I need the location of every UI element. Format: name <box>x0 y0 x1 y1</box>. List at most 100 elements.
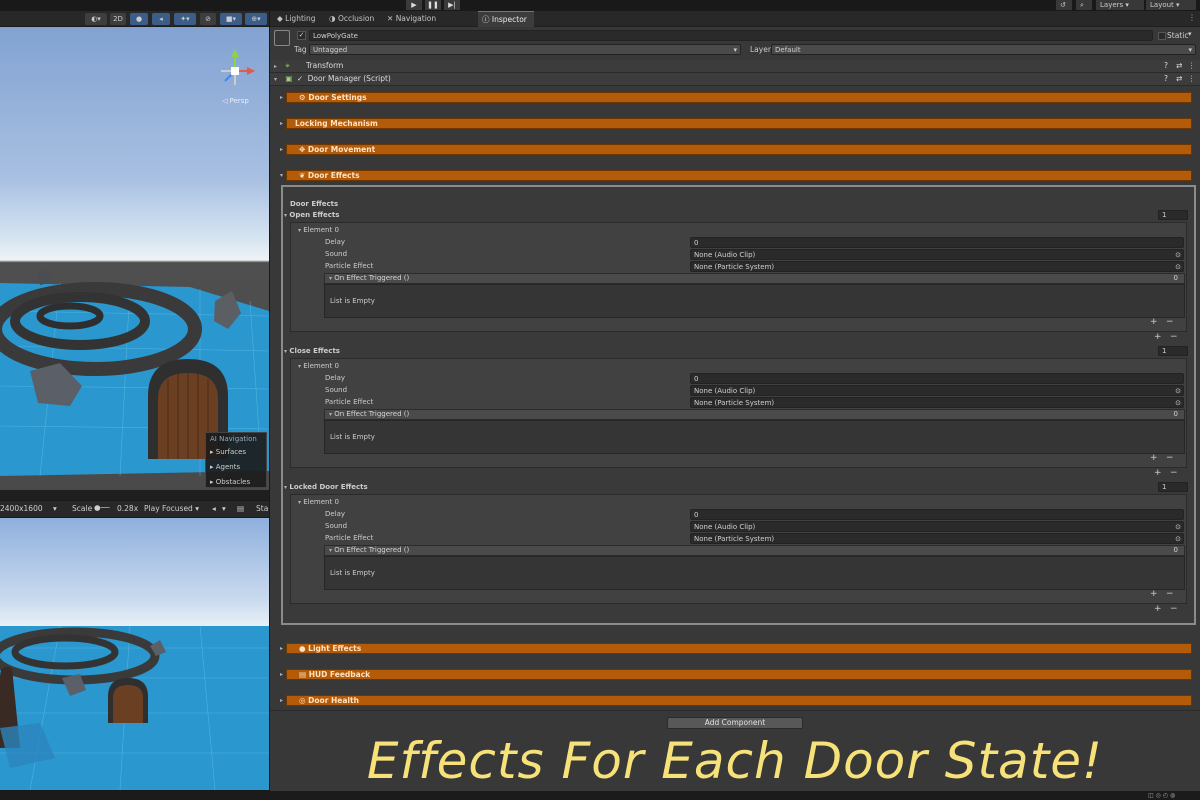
enabled-checkbox[interactable]: ✓ <box>297 74 303 83</box>
element-foldout[interactable]: ▾ Element 0 <box>298 497 339 508</box>
ai-nav-item-surfaces[interactable]: ▸ Surfaces <box>206 446 266 459</box>
locked-effects-foldout[interactable]: ▾ Locked Door Effects <box>284 481 368 493</box>
remove-listener-button[interactable]: − <box>1166 589 1174 599</box>
lighting-toggle[interactable]: ● <box>130 13 148 25</box>
history-button[interactable]: ↺ <box>1056 0 1072 10</box>
locked-effects-count[interactable]: 1 <box>1158 482 1188 492</box>
open-effects-count[interactable]: 1 <box>1158 210 1188 220</box>
remove-element-button[interactable]: − <box>1170 604 1178 614</box>
scene-view[interactable] <box>0 11 269 490</box>
audio-toggle[interactable]: ◂ <box>152 13 170 25</box>
section-light-effects[interactable]: ● Light Effects <box>286 643 1192 654</box>
particle-field[interactable]: None (Particle System) ⊙ <box>690 261 1184 272</box>
expand-icon[interactable]: ▸ <box>280 671 283 678</box>
add-element-button[interactable]: + <box>1154 604 1162 614</box>
object-picker-icon[interactable]: ⊙ <box>1175 522 1181 532</box>
mute-audio-icon[interactable]: ◂ <box>212 504 216 513</box>
object-name-field[interactable]: LowPolyGate <box>309 30 1153 41</box>
resolution-dropdown[interactable]: 2400x1600 ▾ <box>0 504 57 513</box>
sound-field[interactable]: None (Audio Clip) ⊙ <box>690 521 1184 532</box>
preset-icon[interactable]: ⇄ <box>1176 73 1182 85</box>
collapse-icon[interactable]: ▾ <box>280 172 283 179</box>
element-foldout[interactable]: ▾ Element 0 <box>298 361 339 372</box>
toggle-2d-button[interactable]: 2D <box>110 13 126 25</box>
tab-lighting[interactable]: ◆ Lighting <box>273 11 325 27</box>
open-effects-foldout[interactable]: ▾ Open Effects <box>284 209 339 221</box>
remove-listener-button[interactable]: − <box>1166 453 1174 463</box>
game-view[interactable] <box>0 518 269 790</box>
door-manager-component[interactable]: ▾ ▣ ✓ Door Manager (Script) ? ⇄ ⋮ <box>270 73 1200 86</box>
element-foldout[interactable]: ▾ Element 0 <box>298 225 339 236</box>
ai-nav-item-agents[interactable]: ▸ Agents <box>206 461 266 474</box>
ai-nav-item-obstacles[interactable]: ▸ Obstacles <box>206 476 266 489</box>
persp-label[interactable]: ◁ Persp <box>222 97 249 105</box>
preset-icon[interactable]: ⇄ <box>1176 60 1182 72</box>
kebab-menu-icon[interactable]: ⋮ <box>1188 60 1196 72</box>
section-door-settings[interactable]: ⚙ Door Settings <box>286 92 1192 103</box>
event-header[interactable]: ▾ On Effect Triggered () 0 <box>324 409 1185 420</box>
close-effects-count[interactable]: 1 <box>1158 346 1188 356</box>
section-hud-feedback[interactable]: ▤ HUD Feedback <box>286 669 1192 680</box>
help-icon[interactable]: ? <box>1164 73 1168 85</box>
section-door-movement[interactable]: ✥ Door Movement <box>286 144 1192 155</box>
delay-field[interactable]: 0 <box>690 373 1184 384</box>
hidden-objects-toggle[interactable]: ⊘ <box>200 13 216 25</box>
expand-icon[interactable]: ▸ <box>280 94 283 101</box>
object-picker-icon[interactable]: ⊙ <box>1175 398 1181 408</box>
section-door-effects[interactable]: ❦ Door Effects <box>286 170 1192 181</box>
draw-mode-dropdown[interactable]: ◐▾ <box>85 13 107 25</box>
add-element-button[interactable]: + <box>1154 468 1162 478</box>
particle-field[interactable]: None (Particle System) ⊙ <box>690 533 1184 544</box>
scale-slider[interactable]: ●── <box>94 503 110 512</box>
add-listener-button[interactable]: + <box>1150 589 1158 599</box>
step-button[interactable]: ▶| <box>444 0 460 10</box>
sound-field[interactable]: None (Audio Clip) ⊙ <box>690 385 1184 396</box>
add-listener-button[interactable]: + <box>1150 453 1158 463</box>
close-effects-foldout[interactable]: ▾ Close Effects <box>284 345 340 357</box>
play-mode-dropdown[interactable]: Play Focused ▾ <box>144 504 199 513</box>
layer-dropdown[interactable]: Default ▾ <box>771 44 1196 55</box>
layers-dropdown[interactable]: Layers ▾ <box>1096 0 1144 10</box>
event-header[interactable]: ▾ On Effect Triggered () 0 <box>324 545 1185 556</box>
object-picker-icon[interactable]: ⊙ <box>1175 386 1181 396</box>
kebab-menu-icon[interactable]: ⋮ <box>1188 73 1196 85</box>
help-icon[interactable]: ? <box>1164 60 1168 72</box>
section-door-health[interactable]: ◎ Door Health <box>286 695 1192 706</box>
section-locking-mechanism[interactable]: Locking Mechanism <box>286 118 1192 129</box>
delay-field[interactable]: 0 <box>690 237 1184 248</box>
remove-element-button[interactable]: − <box>1170 332 1178 342</box>
remove-listener-button[interactable]: − <box>1166 317 1174 327</box>
tab-navigation[interactable]: ✕ Navigation (Obsolete) <box>383 11 477 39</box>
event-header[interactable]: ▾ On Effect Triggered () 0 <box>324 273 1185 284</box>
object-picker-icon[interactable]: ⊙ <box>1175 250 1181 260</box>
tag-dropdown[interactable]: Untagged ▾ <box>309 44 741 55</box>
mute-dropdown[interactable]: ▾ <box>222 504 226 513</box>
expand-icon[interactable]: ▸ <box>280 146 283 153</box>
static-checkbox[interactable] <box>1158 32 1166 40</box>
static-dropdown-icon[interactable]: ▾ <box>1188 30 1192 38</box>
effects-dropdown[interactable]: ✦▾ <box>174 13 196 25</box>
tab-menu-icon[interactable]: ⋮ <box>1188 13 1196 22</box>
layout-dropdown[interactable]: Layout ▾ <box>1146 0 1196 10</box>
transform-component[interactable]: ▸ ⌖ Transform ? ⇄ ⋮ <box>270 60 1200 73</box>
tab-occlusion[interactable]: ◑ Occlusion <box>325 11 381 27</box>
search-button[interactable]: ⌕ <box>1076 0 1092 10</box>
object-picker-icon[interactable]: ⊙ <box>1175 262 1181 272</box>
expand-icon[interactable]: ▸ <box>280 645 283 652</box>
remove-element-button[interactable]: − <box>1170 468 1178 478</box>
expand-icon[interactable]: ▸ <box>280 120 283 127</box>
gizmos-dropdown[interactable]: ⊕▾ <box>245 13 267 25</box>
add-component-button[interactable]: Add Component <box>667 717 803 729</box>
particle-field[interactable]: None (Particle System) ⊙ <box>690 397 1184 408</box>
gizmo-toggle-icon[interactable]: ▤ <box>237 504 244 513</box>
active-checkbox[interactable]: ✓ <box>297 31 306 40</box>
stats-button[interactable]: Sta <box>256 504 268 513</box>
add-listener-button[interactable]: + <box>1150 317 1158 327</box>
expand-icon[interactable]: ▸ <box>280 697 283 704</box>
camera-dropdown[interactable]: ■▾ <box>220 13 242 25</box>
delay-field[interactable]: 0 <box>690 509 1184 520</box>
add-element-button[interactable]: + <box>1154 332 1162 342</box>
pause-button[interactable]: ❚❚ <box>425 0 441 10</box>
sound-field[interactable]: None (Audio Clip) ⊙ <box>690 249 1184 260</box>
object-picker-icon[interactable]: ⊙ <box>1175 534 1181 544</box>
